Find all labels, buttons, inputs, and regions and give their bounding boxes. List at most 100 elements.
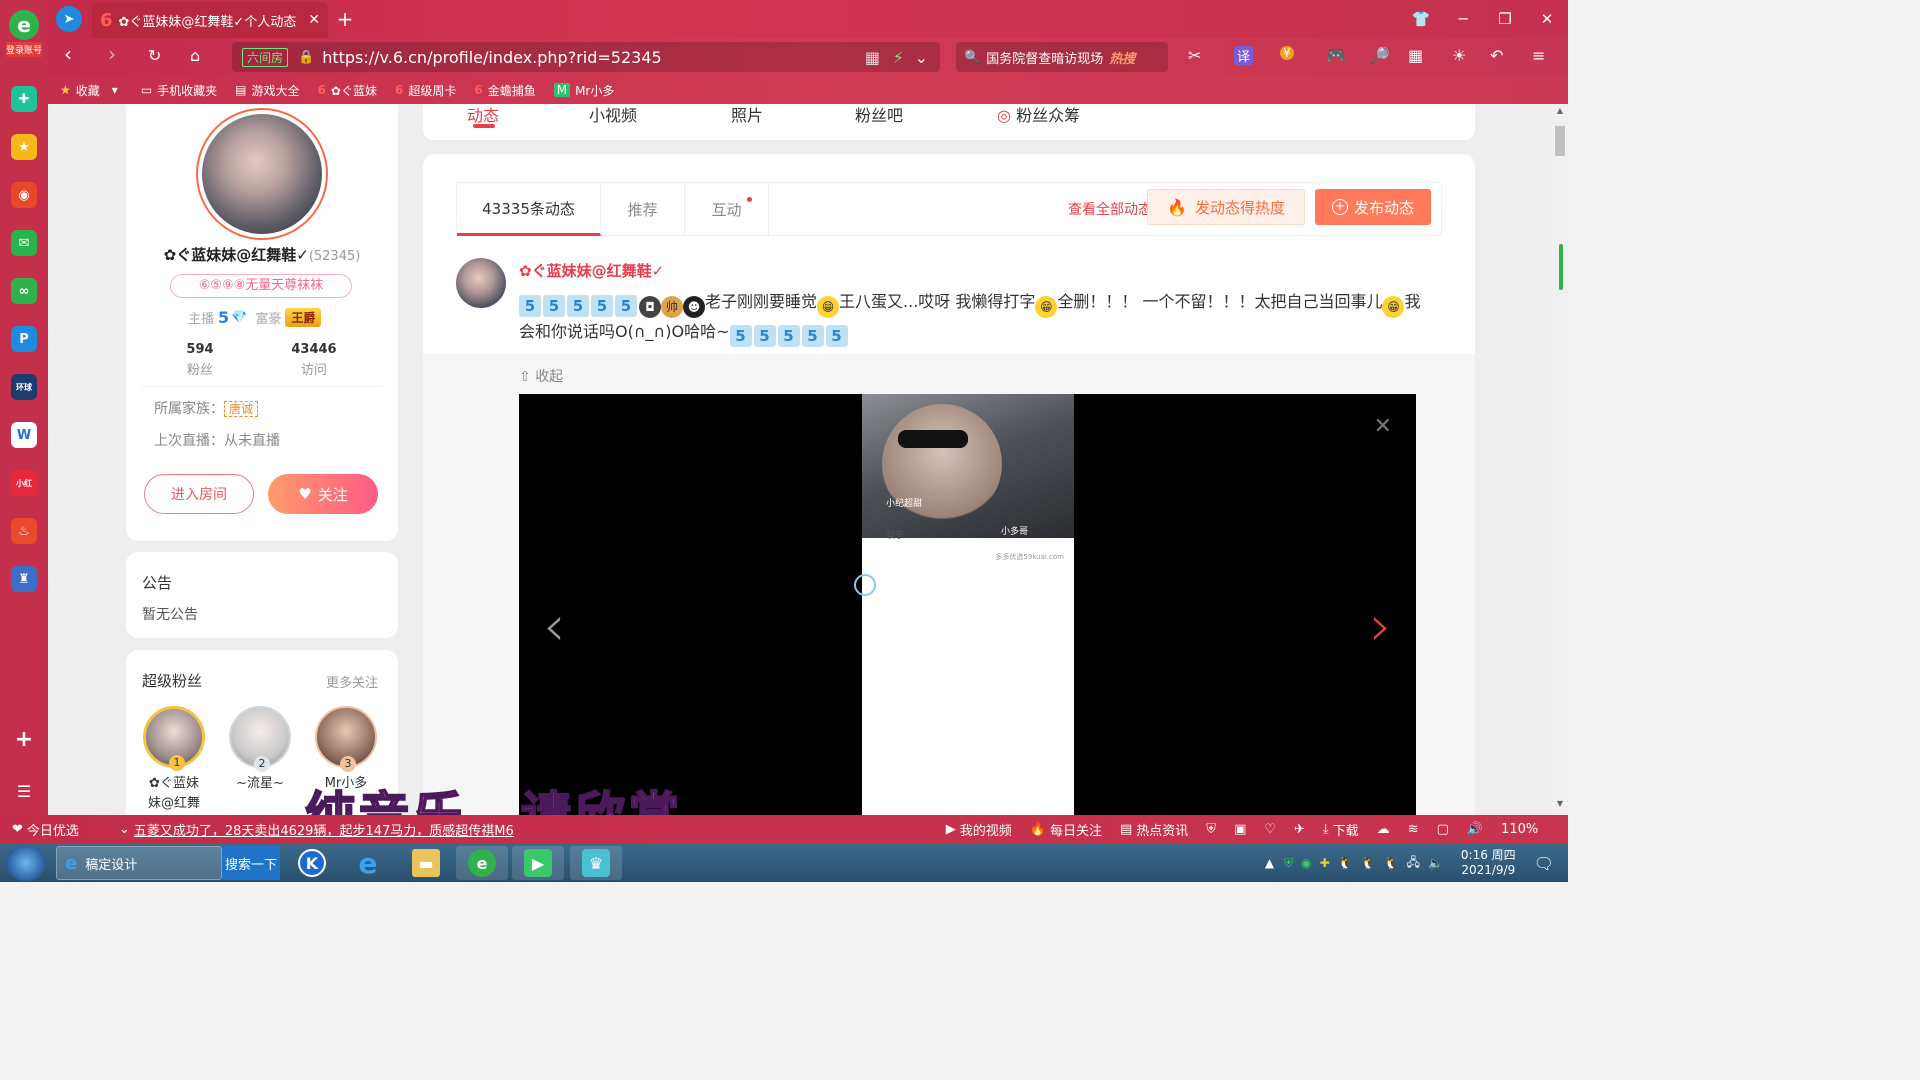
post-author-name[interactable]: ✿ぐ蓝妹妹@红舞鞋✓ — [519, 260, 664, 281]
zoom-level[interactable]: 110% — [1501, 822, 1538, 837]
mail-icon[interactable]: ✉ — [11, 230, 37, 256]
scroll-up-icon[interactable]: ▲ — [1552, 106, 1568, 120]
bookmark-item[interactable]: 6 超级周卡 — [395, 82, 456, 99]
fan-item[interactable]: 1 ✿ぐ蓝妹 妹@红舞 — [134, 706, 214, 814]
star-app-icon[interactable]: ★ — [11, 134, 37, 160]
translate-icon[interactable]: 译 — [1234, 46, 1254, 65]
tab-close-icon[interactable]: ✕ — [308, 12, 320, 28]
viewer-close-icon[interactable]: ✕ — [1374, 414, 1392, 439]
browser-tab[interactable]: 6 ✿ぐ蓝妹妹@红舞鞋✓个人动态 ✕ — [92, 2, 328, 38]
family-badge[interactable]: 唐诚 — [224, 401, 259, 417]
viewer-prev-icon[interactable]: ‹ — [543, 594, 565, 659]
tab-all-posts[interactable]: 43335条动态 — [457, 183, 601, 236]
bookmark-item[interactable]: 6 ✿ぐ蓝妹 — [318, 82, 377, 99]
viewer-next-icon[interactable]: › — [1370, 594, 1392, 659]
accelerate-icon[interactable]: ✈ — [1294, 822, 1305, 837]
taskbar-app-ie[interactable]: e — [342, 846, 394, 880]
browser-nav-icon[interactable]: ➤ — [56, 6, 82, 32]
taskbar-app-game[interactable]: ♛ — [570, 846, 622, 880]
my-video-link[interactable]: ▶ 我的视频 — [946, 820, 1012, 839]
search-input[interactable]: 🔍 国务院督查暗访现场 热搜 — [956, 42, 1168, 72]
qq2-icon[interactable]: 🐧 — [1361, 856, 1376, 870]
grid-icon[interactable]: ▦ — [1408, 46, 1423, 65]
wifi-icon[interactable]: ≋ — [1408, 822, 1419, 837]
tray-expand-icon[interactable]: ▲ — [1265, 856, 1274, 870]
taskbar-app-folder[interactable]: ▬ — [400, 846, 452, 880]
qq-icon[interactable]: 🐧 — [1338, 856, 1353, 870]
word-app-icon[interactable]: W — [11, 422, 37, 448]
fans-stat[interactable]: 594 粉丝 — [140, 342, 260, 378]
clock[interactable]: 0:16 周四 2021/9/9 — [1461, 848, 1516, 878]
list-icon[interactable]: ☰ — [11, 778, 37, 804]
home-button[interactable]: ⌂ — [190, 46, 200, 65]
undo-icon[interactable]: ↶ — [1490, 46, 1503, 65]
bookmark-item[interactable]: M Mr小多 — [553, 82, 614, 99]
tab-recommend[interactable]: 推荐 — [601, 183, 685, 235]
bookmark-item[interactable]: ▤ 游戏大全 — [235, 82, 299, 99]
plus-tray-icon[interactable]: ✚ — [1320, 856, 1330, 870]
magnifier-icon[interactable]: 🔎 — [1370, 46, 1390, 65]
today-picks[interactable]: ❤ 今日优选 — [12, 820, 79, 839]
scissors-icon[interactable]: ✂ — [1188, 46, 1201, 65]
news-app-icon[interactable]: 环球 — [11, 374, 37, 400]
360-icon[interactable]: ◉ — [1301, 856, 1311, 870]
gamepad-icon[interactable]: 🎮 — [1326, 46, 1346, 65]
weibo-icon[interactable]: ◉ — [11, 182, 37, 208]
window-icon[interactable]: ▢ — [1437, 822, 1449, 837]
link-app-icon[interactable]: ∞ — [11, 278, 37, 304]
refresh-button[interactable]: ↻ — [148, 46, 161, 65]
redbook-icon[interactable]: 小红 — [11, 470, 37, 496]
game2-app-icon[interactable]: ♜ — [11, 566, 37, 592]
follow-button[interactable]: ♥ 关注 — [268, 474, 378, 514]
tab-interact[interactable]: 互动 — [685, 183, 769, 235]
hot-news-link[interactable]: ▤ 热点资讯 — [1120, 820, 1188, 839]
brightness-icon[interactable]: ☀ — [1452, 46, 1466, 65]
fan-item[interactable]: 2 ~流星~ — [220, 706, 300, 794]
start-button[interactable] — [6, 845, 46, 881]
publish-post-button[interactable]: + 发布动态 — [1315, 189, 1431, 225]
volume-icon[interactable]: 🔊 — [1467, 822, 1483, 837]
new-tab-button[interactable]: + — [332, 6, 358, 32]
enter-room-button[interactable]: 进入房间 — [144, 474, 254, 514]
game-app-icon[interactable]: ♨ — [11, 518, 37, 544]
notification-icon[interactable]: 🗨 — [1534, 854, 1554, 873]
browser-logo[interactable]: e 登录账号 — [6, 10, 42, 60]
taskbar-app-360[interactable]: e — [456, 846, 508, 880]
tab-short-video[interactable]: 小视频 — [589, 104, 637, 126]
minimize-button[interactable]: ─ — [1442, 0, 1484, 38]
shield-icon[interactable]: ⛨ — [1206, 822, 1216, 837]
daily-follow-link[interactable]: 🔥 每日关注 — [1030, 820, 1102, 839]
collapse-link[interactable]: ⇧ 收起 — [519, 366, 563, 386]
chevron-down-icon[interactable]: ⌄ — [915, 48, 928, 67]
speed-icon[interactable]: ⚡ — [893, 48, 904, 67]
post-author-avatar[interactable] — [456, 258, 506, 308]
restore-button[interactable]: ❐ — [1484, 0, 1526, 38]
scroll-thumb[interactable] — [1555, 126, 1565, 156]
network-icon[interactable]: 🖧 — [1407, 853, 1420, 874]
forward-button[interactable]: › — [108, 42, 116, 66]
close-window-button[interactable]: ✕ — [1526, 0, 1568, 38]
tab-photos[interactable]: 照片 — [731, 104, 763, 126]
hot-post-button[interactable]: 🔥 发动态得热度 — [1147, 189, 1305, 225]
url-field[interactable]: 六间房 🔒 https://v.6.cn/profile/index.php?r… — [232, 42, 940, 72]
avatar[interactable] — [202, 114, 322, 234]
tab-crowdfund[interactable]: ◎ 粉丝众筹 — [997, 104, 1080, 126]
download-link[interactable]: ⤓ 下载 — [1323, 820, 1359, 839]
page-scrollbar[interactable]: ▲ ▼ — [1552, 104, 1568, 815]
p-app-icon[interactable]: P — [11, 326, 37, 352]
speaker-icon[interactable]: 🔈 — [1428, 856, 1443, 870]
bookmark-item[interactable]: ▭ 手机收藏夹 — [141, 82, 217, 99]
add-icon[interactable]: + — [11, 726, 37, 752]
more-follows-link[interactable]: 更多关注 — [326, 672, 378, 691]
skin-icon[interactable]: 👕 — [1400, 0, 1442, 38]
taskbar-search-button[interactable]: 搜索一下 — [222, 846, 280, 880]
health-icon[interactable]: ♡ — [1264, 822, 1276, 837]
coin-icon[interactable]: ¥ — [1280, 46, 1294, 60]
news-ticker[interactable]: ⌄ 五菱又成功了，28天卖出4629辆，起步147马力，质感超传祺M6 — [119, 820, 514, 839]
menu-icon[interactable]: ≡ — [1532, 46, 1545, 65]
taskbar-ie-window[interactable]: e 稿定设计 — [56, 846, 222, 880]
bookmark-item[interactable]: 6 金蟾捕鱼 — [474, 82, 535, 99]
cloud-icon[interactable]: ☁ — [1377, 822, 1390, 837]
plus-app-icon[interactable]: ✚ — [11, 86, 37, 112]
qq3-icon[interactable]: 🐧 — [1384, 856, 1399, 870]
